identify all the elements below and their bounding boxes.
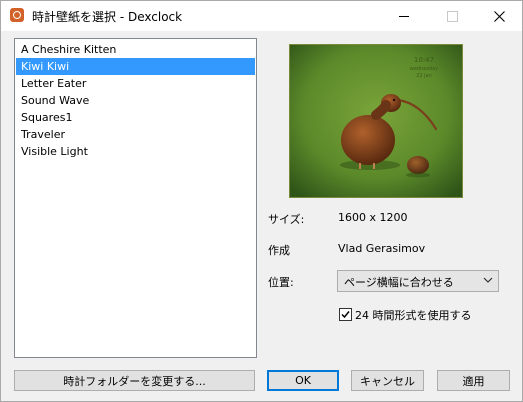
close-icon (493, 10, 505, 22)
maximize-icon (446, 10, 458, 22)
apply-button[interactable]: 適用 (437, 370, 510, 391)
minimize-icon (399, 15, 409, 17)
kiwi-wallpaper-image: 10:47 wednesday 22 jan (290, 45, 462, 197)
24-hour-checkbox[interactable] (339, 308, 352, 321)
preview-clock-time: 10:47 (414, 56, 434, 64)
list-item[interactable]: Letter Eater (16, 75, 255, 92)
title-bar: 時計壁紙を選択 - Dexclock (1, 1, 522, 31)
preview-clock-day: wednesday (410, 66, 438, 72)
minimize-button[interactable] (381, 1, 427, 31)
maximize-button[interactable] (429, 1, 475, 31)
cancel-button[interactable]: キャンセル (351, 370, 424, 391)
author-label: 作成 (268, 244, 290, 257)
list-item[interactable]: Squares1 (16, 109, 255, 126)
ok-button[interactable]: OK (267, 370, 339, 391)
list-item[interactable]: Sound Wave (16, 92, 255, 109)
change-folder-button[interactable]: 時計フォルダーを変更する... (14, 370, 255, 391)
wallpaper-preview: 10:47 wednesday 22 jan (289, 44, 463, 198)
24-hour-checkbox-label[interactable]: 24 時間形式を使用する (355, 307, 472, 323)
list-item-selected[interactable]: Kiwi Kiwi (16, 58, 255, 75)
list-item[interactable]: A Cheshire Kitten (16, 41, 255, 58)
close-button[interactable] (476, 1, 522, 31)
size-value: 1600 x 1200 (338, 211, 408, 224)
window-title: 時計壁紙を選択 - Dexclock (32, 10, 183, 24)
size-label: サイズ: (268, 213, 305, 226)
position-label: 位置: (268, 276, 294, 289)
wallpaper-list[interactable]: A Cheshire Kitten Kiwi Kiwi Letter Eater… (14, 38, 257, 358)
chevron-down-icon (483, 277, 493, 283)
author-value: Vlad Gerasimov (338, 242, 426, 255)
dialog-window: 時計壁紙を選択 - Dexclock A Cheshire Kitten Kiw… (0, 0, 523, 402)
list-item[interactable]: Traveler (16, 126, 255, 143)
checkmark-icon (341, 311, 350, 319)
preview-clock-date: 22 jan (416, 73, 432, 79)
position-dropdown-value: ページ横幅に合わせる (344, 276, 454, 289)
app-icon (10, 8, 24, 22)
position-dropdown[interactable]: ページ横幅に合わせる (337, 270, 499, 292)
list-item[interactable]: Visible Light (16, 143, 255, 160)
